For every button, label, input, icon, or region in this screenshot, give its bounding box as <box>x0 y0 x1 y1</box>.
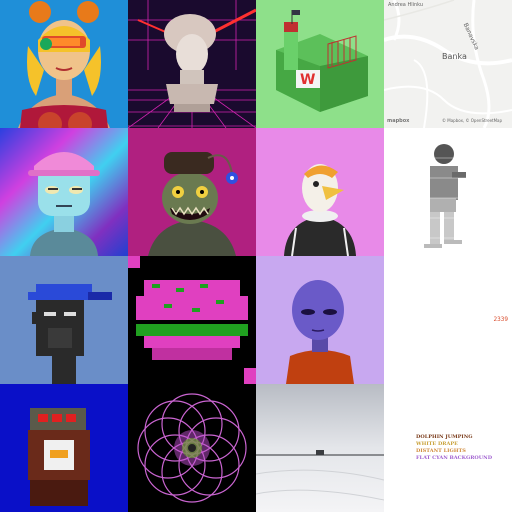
gallery-tile-ascii-person[interactable] <box>384 128 512 256</box>
green-fortress-image: W <box>256 0 384 128</box>
gallery-tile-snowy-landscape[interactable] <box>256 384 384 512</box>
map-place-label: Banka <box>442 52 467 61</box>
gallery-tile-voxel-robot[interactable] <box>0 384 128 512</box>
ascii-person-image <box>384 128 512 256</box>
eagle-tracksuit-image <box>256 128 384 256</box>
gallery-tile-map[interactable]: Andrea Hlinku Banavska Banka mapbox © Ma… <box>384 0 512 128</box>
text-line-4: FLAT CYAN BACKGROUND <box>416 455 493 461</box>
medusa-bust-image <box>128 0 256 128</box>
gallery-tile-number[interactable]: 2339 <box>384 256 512 384</box>
text-line-3: DISTANT LIGHTS <box>416 448 466 454</box>
gallery-tile-green-fortress[interactable]: W <box>256 0 384 128</box>
nft-gallery-grid: W Andrea Hlinku Banavska Banka mapbox © … <box>0 0 512 512</box>
gallery-tile-pink-cap-character[interactable] <box>0 128 128 256</box>
pigtails-girl-image <box>0 0 128 128</box>
map-road-label-top: Andrea Hlinku <box>388 2 424 8</box>
snowy-landscape-image <box>256 384 384 512</box>
street-map-image <box>384 0 512 128</box>
gallery-tile-medusa-bust[interactable] <box>128 0 256 128</box>
gallery-tile-pixel-burger[interactable] <box>128 256 256 384</box>
mapbox-logo: mapbox <box>387 118 410 124</box>
purple-alien-image <box>256 256 384 384</box>
voxel-robot-image <box>0 384 128 512</box>
gallery-tile-spirograph[interactable] <box>128 384 256 512</box>
gallery-tile-pixel-ape[interactable] <box>0 256 128 384</box>
pixel-ape-image <box>0 256 128 384</box>
text-line-2: WHITE DRAPE <box>416 441 458 447</box>
pixel-burger-image <box>128 256 256 384</box>
gallery-tile-eagle-tracksuit[interactable] <box>256 128 384 256</box>
gallery-tile-purple-alien[interactable] <box>256 256 384 384</box>
tile-number-label: 2339 <box>493 316 508 323</box>
gallery-tile-pigtails-girl[interactable] <box>0 0 128 128</box>
gallery-tile-anglerfish-zombie[interactable] <box>128 128 256 256</box>
text-line-1: DOLPHIN JUMPING <box>416 434 473 440</box>
pink-cap-character-image <box>0 128 128 256</box>
map-attribution[interactable]: © Mapbox, © OpenStreetMap <box>442 118 502 123</box>
gallery-tile-text[interactable]: DOLPHIN JUMPING WHITE DRAPE DISTANT LIGH… <box>384 384 512 512</box>
svg-text:W: W <box>300 72 315 88</box>
anglerfish-zombie-image <box>128 128 256 256</box>
spirograph-image <box>128 384 256 512</box>
